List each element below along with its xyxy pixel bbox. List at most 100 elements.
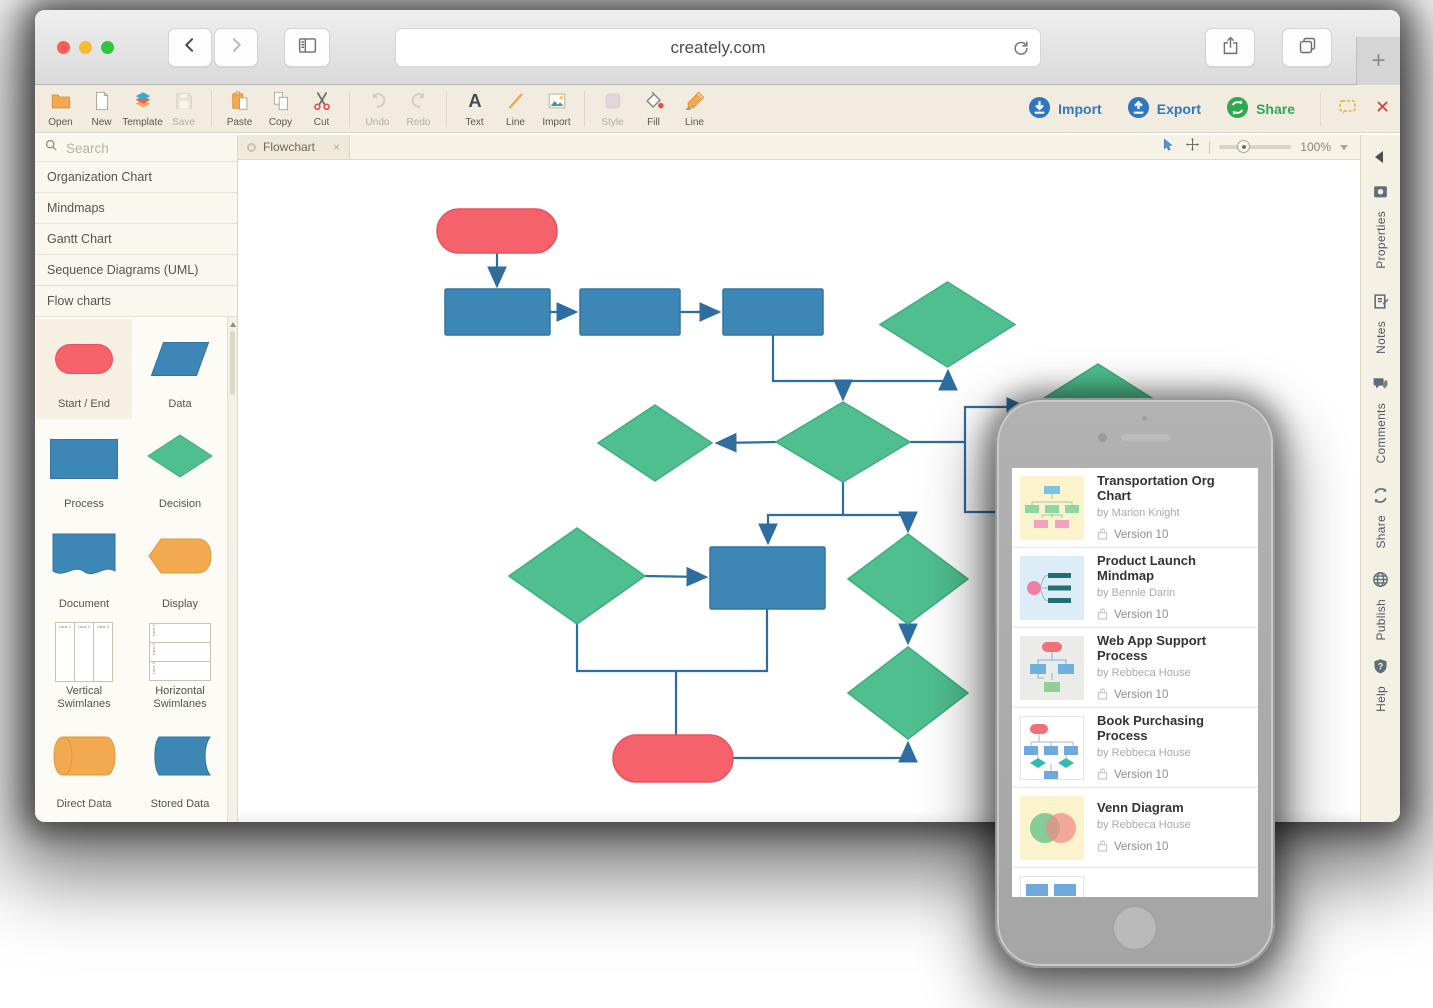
shape-stored-data[interactable]: Stored Data bbox=[132, 719, 228, 819]
flowchart-node-process3[interactable] bbox=[723, 289, 823, 335]
phone-home-button[interactable] bbox=[1112, 905, 1158, 951]
minimize-window-button[interactable] bbox=[79, 41, 92, 54]
flowchart-connector[interactable] bbox=[768, 482, 843, 541]
template-list-item[interactable]: Transportation Org Chart by Marion Knigh… bbox=[1012, 468, 1258, 548]
rail-item-comments[interactable]: Comments bbox=[1361, 375, 1400, 463]
rail-item-notes[interactable]: Notes bbox=[1361, 293, 1400, 354]
sidebar-item-flow-charts[interactable]: Flow charts bbox=[35, 286, 237, 317]
sidebar-item-mindmaps[interactable]: Mindmaps bbox=[35, 193, 237, 224]
text-button[interactable]: A Text bbox=[454, 90, 495, 128]
flowchart-node-decision5[interactable] bbox=[509, 528, 645, 624]
start-end-shape-icon bbox=[55, 344, 113, 374]
toolbar-separator bbox=[446, 91, 447, 127]
flowchart-node-start[interactable] bbox=[437, 209, 557, 253]
cursor-tool-icon[interactable] bbox=[1162, 138, 1176, 157]
new-button[interactable]: New bbox=[81, 90, 122, 128]
redo-label: Redo bbox=[407, 117, 431, 128]
redo-icon bbox=[408, 90, 430, 117]
flowchart-node-decision3[interactable] bbox=[776, 402, 910, 482]
template-button[interactable]: Template bbox=[122, 90, 163, 128]
line-style-button[interactable]: Line bbox=[674, 90, 715, 128]
flowchart-node-process1[interactable] bbox=[445, 289, 550, 335]
feedback-chat-icon[interactable] bbox=[1337, 96, 1358, 122]
export-button[interactable]: Export bbox=[1127, 96, 1201, 122]
shape-data[interactable]: Data bbox=[132, 319, 228, 419]
tab-overview-button[interactable] bbox=[1282, 28, 1332, 67]
close-window-button[interactable] bbox=[57, 41, 70, 54]
template-list-item[interactable]: Venn Diagram by Rebbeca House Version 10 bbox=[1012, 788, 1258, 868]
import-button[interactable]: Import bbox=[1028, 96, 1102, 122]
paste-button[interactable]: Paste bbox=[219, 90, 260, 128]
rail-item-help[interactable]: ? Help bbox=[1361, 658, 1400, 712]
flowchart-node-decision1[interactable] bbox=[880, 282, 1015, 367]
paste-clipboard-icon bbox=[229, 90, 251, 117]
sidebar-item-sequence-diagrams[interactable]: Sequence Diagrams (UML) bbox=[35, 255, 237, 286]
style-button[interactable]: Style bbox=[592, 90, 633, 128]
forward-button[interactable] bbox=[214, 28, 258, 67]
zoom-slider[interactable] bbox=[1219, 145, 1291, 149]
org-chart-thumbnail bbox=[1020, 476, 1084, 540]
undo-button[interactable]: Undo bbox=[357, 90, 398, 128]
zoom-slider-knob[interactable] bbox=[1237, 140, 1250, 153]
shape-process[interactable]: Process bbox=[36, 419, 132, 519]
flowchart-node-decision7[interactable] bbox=[848, 647, 968, 739]
flowchart-connector[interactable] bbox=[645, 576, 704, 577]
shape-document[interactable]: Document bbox=[36, 519, 132, 619]
shape-display[interactable]: Display bbox=[132, 519, 228, 619]
cut-button[interactable]: Cut bbox=[301, 90, 342, 128]
rail-item-publish[interactable]: Publish bbox=[1361, 571, 1400, 640]
sidebar-item-gantt-chart[interactable]: Gantt Chart bbox=[35, 224, 237, 255]
template-list-item[interactable] bbox=[1012, 868, 1258, 897]
template-list-item[interactable]: Book Purchasing Process by Rebbeca House… bbox=[1012, 708, 1258, 788]
address-bar[interactable]: creately.com bbox=[395, 28, 1041, 67]
flowchart-node-decision2[interactable] bbox=[598, 405, 712, 481]
search-input[interactable] bbox=[66, 141, 216, 156]
share-button[interactable]: Share bbox=[1226, 96, 1295, 122]
flowchart-node-decision6[interactable] bbox=[848, 534, 968, 624]
line-button[interactable]: Line bbox=[495, 90, 536, 128]
reload-icon[interactable] bbox=[1011, 38, 1031, 63]
flowchart-node-process2[interactable] bbox=[580, 289, 680, 335]
shape-vertical-swimlanes[interactable]: Lane 1 Lane 2 Lane 3 Vertical Swimlanes bbox=[36, 619, 132, 719]
flowchart-node-end[interactable] bbox=[613, 735, 733, 782]
shape-horizontal-swimlanes[interactable]: Lane 1 Lane 2 Lane 3 Horizontal Swimlane… bbox=[132, 619, 228, 719]
phone-camera bbox=[1098, 433, 1107, 442]
new-tab-button[interactable]: + bbox=[1356, 37, 1400, 85]
palette-scrollbar[interactable] bbox=[227, 317, 237, 822]
shape-start-end[interactable]: Start / End bbox=[36, 319, 132, 419]
back-button[interactable] bbox=[168, 28, 212, 67]
pan-tool-icon[interactable] bbox=[1185, 137, 1200, 157]
save-button[interactable]: Save bbox=[163, 90, 204, 128]
shape-direct-data[interactable]: Direct Data bbox=[36, 719, 132, 819]
sidebar-item-organization-chart[interactable]: Organization Chart bbox=[35, 162, 237, 193]
zoom-window-button[interactable] bbox=[101, 41, 114, 54]
template-list-item[interactable]: Product Launch Mindmap by Bennie Darin V… bbox=[1012, 548, 1258, 628]
template-layers-icon bbox=[132, 90, 154, 117]
collapse-panel-icon[interactable] bbox=[1375, 151, 1383, 163]
open-button[interactable]: Open bbox=[40, 90, 81, 128]
comments-icon bbox=[1372, 375, 1389, 397]
redo-button[interactable]: Redo bbox=[398, 90, 439, 128]
browser-share-button[interactable] bbox=[1205, 28, 1255, 67]
flowchart-connector[interactable] bbox=[577, 609, 767, 671]
save-label: Save bbox=[172, 117, 195, 128]
zoom-dropdown-icon[interactable] bbox=[1340, 145, 1348, 150]
close-red-icon[interactable] bbox=[1375, 99, 1390, 119]
scissors-icon bbox=[311, 90, 333, 117]
fill-button[interactable]: Fill bbox=[633, 90, 674, 128]
shape-decision[interactable]: Decision bbox=[132, 419, 228, 519]
flowchart-connector[interactable] bbox=[843, 515, 908, 529]
close-tab-icon[interactable]: × bbox=[333, 140, 340, 154]
flowchart-connector[interactable] bbox=[719, 442, 776, 443]
template-list-item[interactable]: Web App Support Process by Rebbeca House… bbox=[1012, 628, 1258, 708]
import-image-button[interactable]: Import bbox=[536, 90, 577, 128]
scrollbar-thumb[interactable] bbox=[230, 331, 235, 395]
sidebar-toggle-button[interactable] bbox=[284, 28, 330, 67]
rail-item-share[interactable]: Share bbox=[1361, 487, 1400, 549]
tab-flowchart[interactable]: Flowchart × bbox=[238, 135, 350, 159]
copy-button[interactable]: Copy bbox=[260, 90, 301, 128]
rail-item-properties[interactable]: Properties bbox=[1361, 183, 1400, 269]
flowchart-connector[interactable] bbox=[733, 745, 908, 758]
scroll-up-arrow-icon[interactable] bbox=[230, 322, 236, 327]
flowchart-node-process4[interactable] bbox=[710, 547, 825, 609]
